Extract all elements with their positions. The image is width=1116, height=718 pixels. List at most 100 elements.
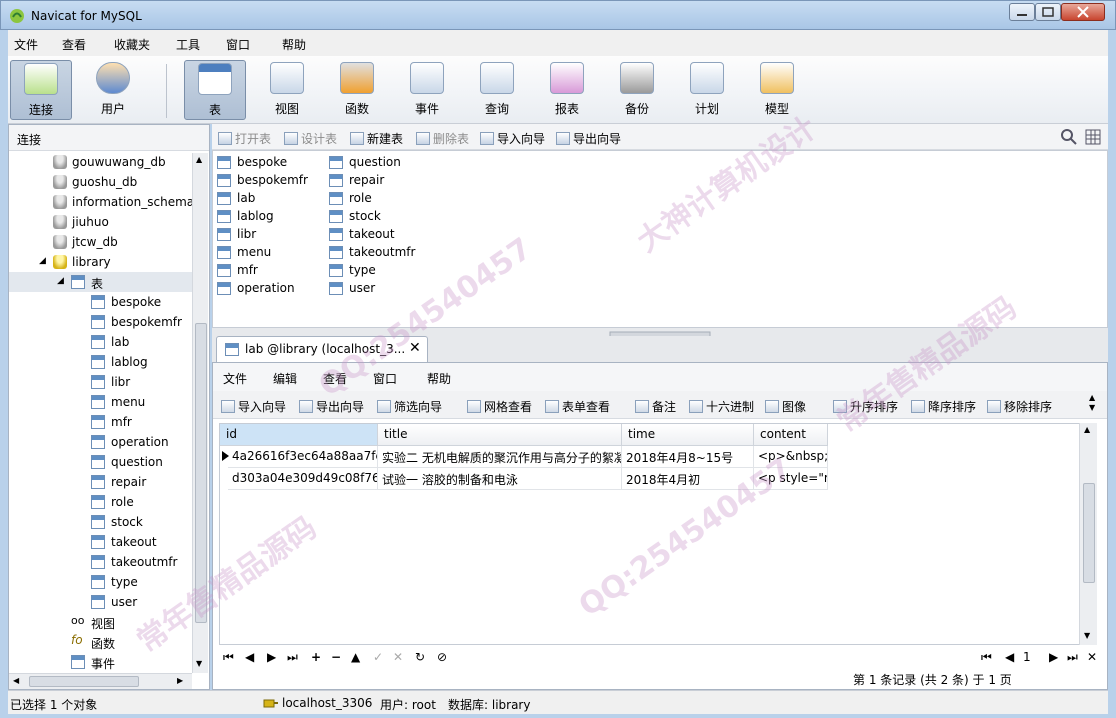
cell-title[interactable]: 实验二 无机电解质的聚沉作用与高分子的絮凝 bbox=[378, 446, 622, 468]
delete-record-icon[interactable]: − bbox=[331, 650, 341, 664]
tree-table-libr[interactable]: libr bbox=[9, 372, 192, 392]
object-table-bespoke[interactable]: bespoke bbox=[217, 153, 327, 171]
export-wizard-button[interactable]: 导出向导 bbox=[556, 130, 621, 147]
menu-window[interactable]: 窗口 bbox=[226, 36, 250, 53]
remove-sort-button[interactable]: 移除排序 bbox=[987, 398, 1052, 415]
object-table-role[interactable]: role bbox=[329, 189, 439, 207]
object-table-stock[interactable]: stock bbox=[329, 207, 439, 225]
cell-title[interactable]: 试验一 溶胶的制备和电泳 bbox=[378, 468, 622, 490]
discard-changes-icon[interactable]: ✓ bbox=[373, 650, 383, 664]
tree-table-lab[interactable]: lab bbox=[9, 332, 192, 352]
editor-menu-file[interactable]: 文件 bbox=[223, 370, 247, 387]
object-table-takeout[interactable]: takeout bbox=[329, 225, 439, 243]
tree-table-bespokemfr[interactable]: bespokemfr bbox=[9, 312, 192, 332]
tree-vertical-scrollbar[interactable]: ▲ ▼ bbox=[192, 153, 208, 673]
scroll-down-arrow-icon[interactable]: ▼ bbox=[196, 659, 202, 668]
scroll-up-arrow-icon[interactable]: ▲ bbox=[1084, 425, 1090, 434]
object-table-operation[interactable]: operation bbox=[217, 279, 327, 297]
hex-button[interactable]: 十六进制 bbox=[689, 398, 754, 415]
object-table-question[interactable]: question bbox=[329, 153, 439, 171]
previous-page-icon[interactable]: ◀ bbox=[1005, 650, 1014, 664]
object-table-bespokemfr[interactable]: bespokemfr bbox=[217, 171, 327, 189]
toolbar-overflow-arrows-icon[interactable]: ▲ ▼ bbox=[1089, 393, 1095, 413]
object-table-menu[interactable]: menu bbox=[217, 243, 327, 261]
table-button[interactable]: 表 bbox=[184, 60, 246, 120]
tab-close-icon[interactable]: ✕ bbox=[409, 340, 421, 356]
menu-tools[interactable]: 工具 bbox=[176, 36, 200, 53]
tree-table-role[interactable]: role bbox=[9, 492, 192, 512]
tree-db-gouwuwang[interactable]: gouwuwang_db bbox=[9, 152, 192, 172]
grid-view-toggle-icon[interactable] bbox=[1084, 128, 1102, 149]
image-button[interactable]: 图像 bbox=[765, 398, 806, 415]
user-button[interactable]: 用户 bbox=[82, 60, 144, 120]
tree-tables-node[interactable]: ◢ 表 bbox=[9, 272, 192, 292]
tree-table-menu[interactable]: menu bbox=[9, 392, 192, 412]
editor-menu-edit[interactable]: 编辑 bbox=[273, 370, 297, 387]
object-table-takeoutmfr[interactable]: takeoutmfr bbox=[329, 243, 439, 261]
tree-table-operation[interactable]: operation bbox=[9, 432, 192, 452]
object-table-user[interactable]: user bbox=[329, 279, 439, 297]
report-button[interactable]: 报表 bbox=[536, 60, 598, 120]
tree-table-mfr[interactable]: mfr bbox=[9, 412, 192, 432]
cell-content[interactable]: <p style="m bbox=[754, 468, 828, 490]
tree-table-bespoke[interactable]: bespoke bbox=[9, 292, 192, 312]
cell-time[interactable]: 2018年4月8~15号 bbox=[622, 446, 754, 468]
model-button[interactable]: 模型 bbox=[746, 60, 808, 120]
scroll-down-arrow-icon[interactable]: ▼ bbox=[1084, 631, 1090, 640]
menu-help[interactable]: 帮助 bbox=[282, 36, 306, 53]
tree-events-node[interactable]: 事件 bbox=[9, 652, 192, 672]
tree-db-guoshu[interactable]: guoshu_db bbox=[9, 172, 192, 192]
scroll-left-arrow-icon[interactable]: ◀ bbox=[13, 676, 19, 685]
tree-table-repair[interactable]: repair bbox=[9, 472, 192, 492]
expand-arrow-icon[interactable]: ◢ bbox=[39, 256, 46, 266]
cell-time[interactable]: 2018年4月初 bbox=[622, 468, 754, 490]
object-table-libr[interactable]: libr bbox=[217, 225, 327, 243]
query-button[interactable]: 查询 bbox=[466, 60, 528, 120]
settings-tools-icon[interactable]: ✕ bbox=[1087, 650, 1097, 664]
stop-icon[interactable]: ⊘ bbox=[437, 650, 447, 664]
form-view-button[interactable]: 表单查看 bbox=[545, 398, 610, 415]
tree-views-node[interactable]: oo 视图 bbox=[9, 612, 192, 632]
editor-export-button[interactable]: 导出向导 bbox=[299, 398, 364, 415]
menu-file[interactable]: 文件 bbox=[14, 36, 38, 53]
last-record-icon[interactable]: ⏭ bbox=[287, 650, 298, 665]
tree-horizontal-scrollbar[interactable]: ◀ ▶ bbox=[9, 673, 192, 689]
cancel-edit-icon[interactable]: ✕ bbox=[393, 650, 403, 664]
sort-descending-button[interactable]: 降序排序 bbox=[911, 398, 976, 415]
object-table-type[interactable]: type bbox=[329, 261, 439, 279]
editor-menu-window[interactable]: 窗口 bbox=[373, 370, 397, 387]
object-table-lab[interactable]: lab bbox=[217, 189, 327, 207]
scroll-up-arrow-icon[interactable]: ▲ bbox=[196, 155, 202, 164]
schedule-button[interactable]: 计划 bbox=[676, 60, 738, 120]
tree-table-question[interactable]: question bbox=[9, 452, 192, 472]
scroll-right-arrow-icon[interactable]: ▶ bbox=[177, 676, 183, 685]
refresh-icon[interactable]: ↻ bbox=[415, 650, 425, 664]
tab-lab-table[interactable]: lab @library (localhost_3... ✕ bbox=[216, 336, 428, 362]
tree-db-library[interactable]: ◢ library bbox=[9, 252, 192, 272]
open-table-button[interactable]: 打开表 bbox=[218, 130, 271, 147]
filter-wizard-button[interactable]: 筛选向导 bbox=[377, 398, 442, 415]
column-header-id[interactable]: id bbox=[220, 424, 378, 446]
tree-functions-node[interactable]: fo 函数 bbox=[9, 632, 192, 652]
tree-table-takeoutmfr[interactable]: takeoutmfr bbox=[9, 552, 192, 572]
tree-table-takeout[interactable]: takeout bbox=[9, 532, 192, 552]
grid-scroll-thumb[interactable] bbox=[1083, 483, 1095, 583]
editor-menu-help[interactable]: 帮助 bbox=[427, 370, 451, 387]
cell-content[interactable]: <p>&nbsp; bbox=[754, 446, 828, 468]
menu-favorites[interactable]: 收藏夹 bbox=[114, 36, 150, 53]
apply-changes-icon[interactable]: ▲ bbox=[351, 650, 360, 664]
minimize-button[interactable] bbox=[1009, 3, 1035, 21]
function-button[interactable]: 函数 bbox=[326, 60, 388, 120]
expand-arrow-icon[interactable]: ◢ bbox=[57, 276, 64, 286]
menu-view[interactable]: 查看 bbox=[62, 36, 86, 53]
tree-db-jiuhuo[interactable]: jiuhuo bbox=[9, 212, 192, 232]
grid-view-button[interactable]: 网格查看 bbox=[467, 398, 532, 415]
event-button[interactable]: 事件 bbox=[396, 60, 458, 120]
previous-record-icon[interactable]: ◀ bbox=[245, 650, 254, 664]
last-page-icon[interactable]: ⏭ bbox=[1067, 650, 1078, 665]
tree-table-type[interactable]: type bbox=[9, 572, 192, 592]
panel-splitter[interactable] bbox=[212, 328, 1108, 338]
delete-table-button[interactable]: 删除表 bbox=[416, 130, 469, 147]
editor-menu-view[interactable]: 查看 bbox=[323, 370, 347, 387]
tree-scroll-thumb[interactable] bbox=[195, 323, 207, 623]
